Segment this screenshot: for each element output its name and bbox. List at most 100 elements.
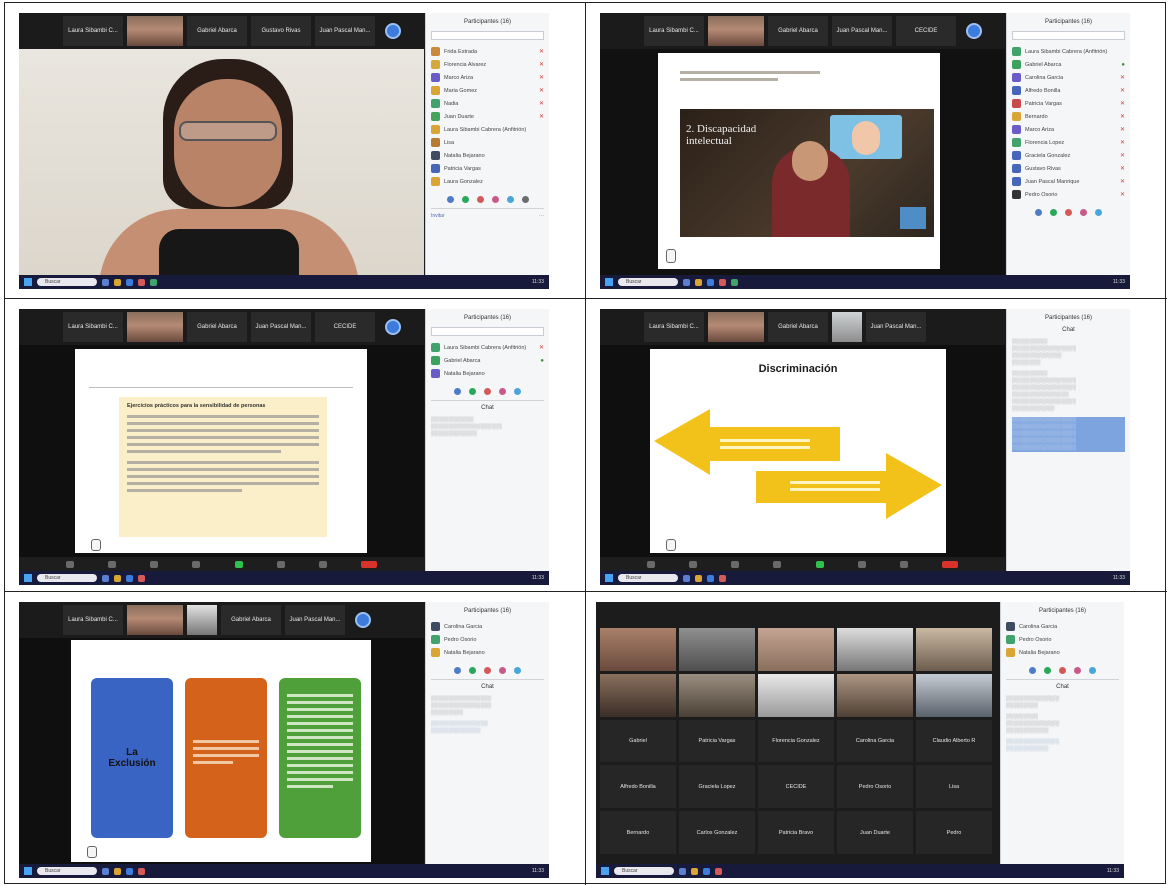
thumb-name[interactable]: CECIDE [315,312,375,342]
participant-row[interactable]: Pedro Osorio [1006,633,1119,646]
participant-row[interactable]: Gabriel Abarca ● [431,354,544,367]
app-icon[interactable] [695,574,702,582]
windows-start-icon[interactable] [24,867,32,875]
name-tile[interactable]: Pedro [916,811,992,854]
thumb-name[interactable]: Gabriel Abarca [768,312,828,342]
participant-row[interactable]: Maria Gomez ✕ [431,84,544,97]
app-icon[interactable] [102,574,109,582]
name-tile[interactable]: Graciela Lopez [679,765,755,809]
taskbar-search-input[interactable]: Buscar [618,574,678,582]
participant-row[interactable]: Florencia Lopez ✕ [1012,136,1125,149]
thumb-name[interactable]: Laura Sibambi C... [644,16,704,46]
windows-start-icon[interactable] [605,278,613,286]
thumb-video[interactable] [127,16,183,46]
participant-row[interactable]: Laura Sibambi Cabrera (Anfitrión) [431,123,544,136]
app-icon[interactable] [138,278,145,286]
windows-start-icon[interactable] [24,278,32,286]
thumb-name[interactable]: Laura Sibambi C... [644,312,704,342]
thumb-video[interactable] [127,605,183,635]
thumb-name[interactable]: Laura Sibambi C... [63,16,123,46]
app-icon[interactable] [150,278,157,286]
app-icon[interactable] [138,867,145,875]
participant-row[interactable]: Nadia ✕ [431,97,544,110]
app-icon[interactable] [102,867,109,875]
video-tile[interactable] [679,628,755,671]
app-icon[interactable] [114,574,121,582]
reactions-bar[interactable] [431,196,544,203]
share-screen-button[interactable] [234,560,243,568]
participant-row[interactable]: Alfredo Bonilla ✕ [1012,84,1125,97]
name-tile[interactable]: Alfredo Bonilla [600,765,676,809]
zoom-app-icon[interactable] [126,278,133,286]
participant-row[interactable]: Frida Estrada ✕ [431,45,544,58]
thumb-name[interactable]: Gustavo Rivas [251,16,311,46]
app-icon[interactable] [719,278,726,286]
name-tile[interactable]: Patricia Vargas [679,719,755,763]
thumb-video[interactable] [708,16,764,46]
chat-button[interactable] [192,560,201,568]
video-tile[interactable] [837,673,913,717]
video-button[interactable] [689,560,698,568]
video-tile[interactable] [758,628,834,671]
participant-row[interactable]: Bernardo ✕ [1012,110,1125,123]
thumb-name[interactable]: Gabriel Abarca [768,16,828,46]
record-button[interactable] [857,560,866,568]
name-tile[interactable]: Bernardo [600,811,676,854]
thumb-video[interactable] [127,312,183,342]
name-tile[interactable]: Patricia Bravo [758,811,834,854]
participant-row[interactable]: Natalia Bejarano [431,646,544,659]
name-tile[interactable]: Pedro Osorio [837,765,913,809]
thumb-name[interactable]: Juan Pascal Man... [285,605,345,635]
invite-link[interactable]: Invitar ··· [431,213,544,219]
thumb-video[interactable] [187,605,217,635]
windows-start-icon[interactable] [24,574,32,582]
app-icon[interactable] [114,278,121,286]
participant-row[interactable]: Gabriel Abarca ● [1012,58,1125,71]
reactions-bar[interactable] [1006,667,1119,674]
app-icon[interactable] [683,574,690,582]
participant-row[interactable]: Marco Ariza ✕ [1012,123,1125,136]
participant-search-input[interactable] [431,327,544,336]
participant-row[interactable]: Laura Sibambi Cabrera (Anfitrión) [1012,45,1125,58]
thumb-name[interactable]: Gabriel Abarca [221,605,281,635]
participant-row[interactable]: Pedro Osorio [431,633,544,646]
share-screen-button[interactable] [815,560,824,568]
participant-search-input[interactable] [1012,31,1125,40]
video-tile[interactable] [600,628,676,671]
thumb-name[interactable]: Gabriel Abarca [187,16,247,46]
app-icon[interactable] [719,574,726,582]
participant-row[interactable]: Carolina Garcia [431,620,544,633]
zoom-app-icon[interactable] [707,574,714,582]
windows-start-icon[interactable] [601,867,609,875]
participant-row[interactable]: Laura Sibambi Cabrera (Anfitrión) ✕ [431,341,544,354]
video-tile[interactable] [600,673,676,717]
video-tile[interactable] [916,628,992,671]
thumb-name[interactable]: CECIDE [896,16,956,46]
participant-row[interactable]: Natalia Bejarano [1006,646,1119,659]
participant-row[interactable]: Juan Pascal Manrique ✕ [1012,175,1125,188]
thumb-name[interactable]: Gabriel Abarca [187,312,247,342]
app-icon[interactable] [715,867,722,875]
name-tile[interactable]: Lisa [916,765,992,809]
name-tile[interactable]: Carolina Garcia [837,719,913,763]
thumb-name[interactable]: Juan Pascal Man... [832,16,892,46]
thumb-name[interactable]: Juan Pascal Man... [251,312,311,342]
name-tile[interactable]: Florencia Gonzalez [758,719,834,763]
app-icon[interactable] [691,867,698,875]
reactions-bar[interactable] [1012,209,1125,216]
taskbar-search-input[interactable]: Buscar [37,867,97,875]
reactions-button[interactable] [318,560,327,568]
participant-row[interactable]: Carolina Garcia [1006,620,1119,633]
video-tile[interactable] [758,673,834,717]
reactions-bar[interactable] [431,667,544,674]
taskbar-search-input[interactable]: Buscar [37,278,97,286]
zoom-app-icon[interactable] [126,867,133,875]
thumb-name[interactable]: Juan Pascal Man... [866,312,926,342]
thumb-name[interactable]: Laura Sibambi C... [63,605,123,635]
app-icon[interactable] [102,278,109,286]
end-meeting-button[interactable] [941,560,958,568]
participant-row[interactable]: Florencia Alvarez ✕ [431,58,544,71]
name-tile[interactable]: Carlos Gonzalez [679,811,755,854]
participant-row[interactable]: Pedro Osorio ✕ [1012,188,1125,201]
participants-button[interactable] [150,560,159,568]
